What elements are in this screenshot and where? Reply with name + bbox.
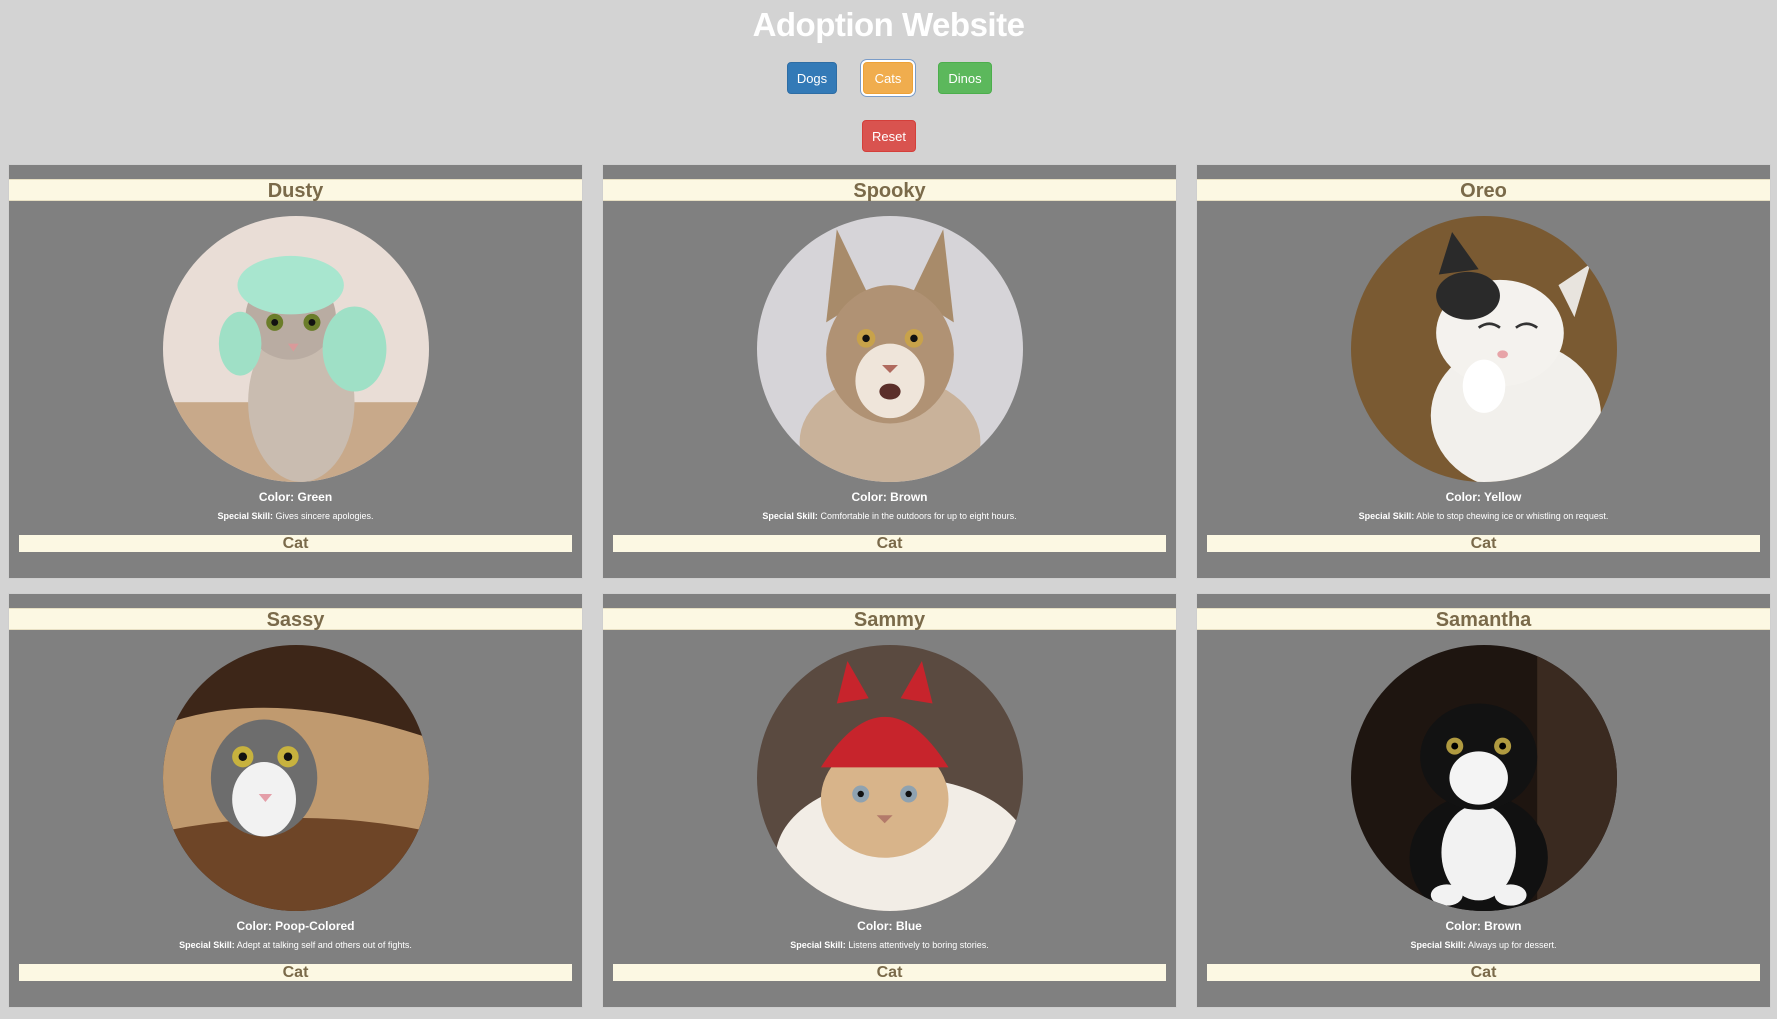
skill-label: Special Skill: <box>1410 940 1466 950</box>
pet-name: Oreo <box>1197 179 1770 202</box>
pet-name: Dusty <box>9 179 582 202</box>
pet-type: Cat <box>1207 535 1760 552</box>
pet-skill: Always up for dessert. <box>1468 940 1557 950</box>
cat-photo-icon <box>1351 216 1617 482</box>
color-label: Color: <box>1445 919 1481 933</box>
pet-card-sammy: Sammy Color: Blue Special Skill: Listens… <box>602 593 1177 1008</box>
cat-photo-icon <box>163 216 429 482</box>
pet-skill: Comfortable in the outdoors for up to ei… <box>820 511 1017 521</box>
skill-label: Special Skill: <box>790 940 846 950</box>
cat-photo-icon <box>1351 645 1617 911</box>
skill-label: Special Skill: <box>179 940 235 950</box>
reset-button[interactable]: Reset <box>862 120 916 152</box>
pet-color: Green <box>297 490 333 504</box>
cats-filter-button[interactable]: Cats <box>863 62 913 94</box>
pet-skill: Adept at talking self and others out of … <box>236 940 412 950</box>
skill-label: Special Skill: <box>1358 511 1415 521</box>
pet-type: Cat <box>613 535 1166 552</box>
color-label: Color: <box>857 919 893 933</box>
pet-color: Poop-Colored <box>275 919 355 933</box>
pet-type: Cat <box>1207 964 1760 981</box>
color-label: Color: <box>258 490 295 504</box>
pet-card-oreo: Oreo Color: Yellow Special Skill: Able t… <box>1196 164 1771 579</box>
pet-card-spooky: Spooky Color: Brown Special Skill: Comfo… <box>602 164 1177 579</box>
page-title: Adoption Website <box>752 6 1025 43</box>
pet-skill: Able to stop chewing ice or whistling on… <box>1416 511 1609 521</box>
pet-name: Sassy <box>9 608 582 631</box>
pet-type: Cat <box>19 535 572 552</box>
pet-card-dusty: Dusty Color: Green Special Skill: Gives … <box>8 164 583 579</box>
pet-skill: Gives sincere apologies. <box>275 511 374 521</box>
pet-color: Blue <box>895 919 922 933</box>
pet-color: Brown <box>890 490 928 504</box>
color-label: Color: <box>1445 490 1481 504</box>
pet-card-samantha: Samantha Color: Brown Special Skill: Alw… <box>1196 593 1771 1008</box>
dinos-filter-button[interactable]: Dinos <box>938 62 992 94</box>
skill-label: Special Skill: <box>762 511 818 521</box>
dogs-filter-button[interactable]: Dogs <box>787 62 837 94</box>
cat-photo-icon <box>163 645 429 911</box>
color-label: Color: <box>236 919 272 933</box>
pet-name: Sammy <box>603 608 1176 631</box>
cat-photo-icon <box>757 645 1023 911</box>
pet-name: Samantha <box>1197 608 1770 631</box>
pet-color: Brown <box>1484 919 1522 933</box>
pet-card-sassy: Sassy Color: Poop-Colored Special Skill:… <box>8 593 583 1008</box>
skill-label: Special Skill: <box>217 511 273 521</box>
pet-skill: Listens attentively to boring stories. <box>848 940 989 950</box>
cat-photo-icon <box>757 216 1023 482</box>
pet-color: Yellow <box>1484 490 1522 504</box>
color-label: Color: <box>851 490 887 504</box>
pet-type: Cat <box>613 964 1166 981</box>
pet-name: Spooky <box>603 179 1176 202</box>
pet-type: Cat <box>19 964 572 981</box>
